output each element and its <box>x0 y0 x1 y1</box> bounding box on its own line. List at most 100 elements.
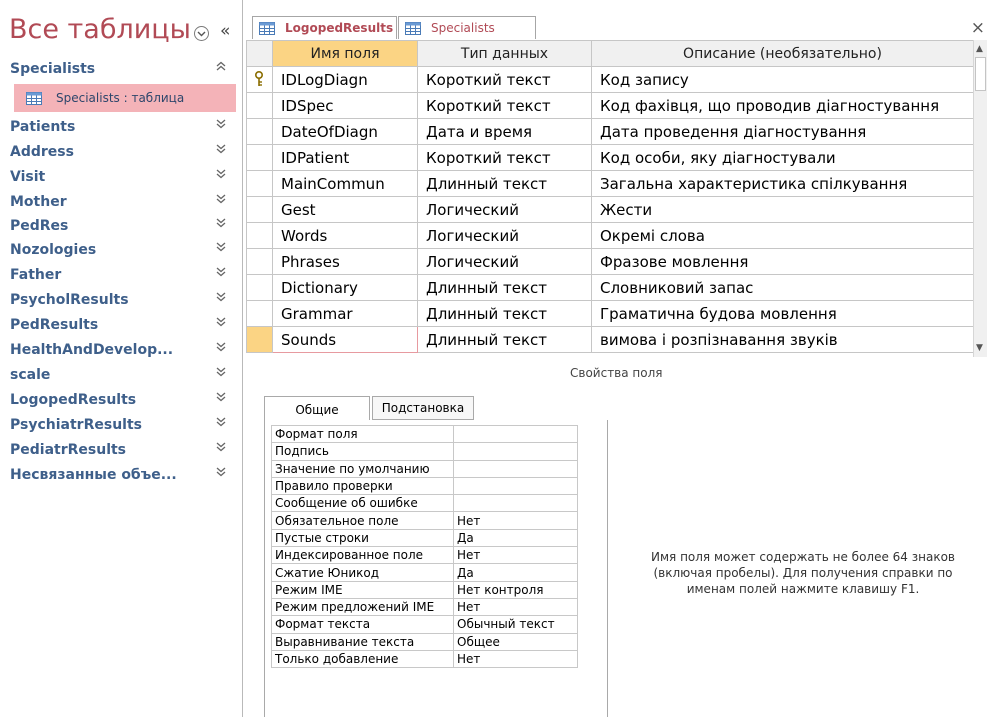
description-cell[interactable]: Граматична будова мовлення <box>591 300 974 327</box>
nav-group-7[interactable]: Father <box>10 263 238 287</box>
chevron-down-icon[interactable] <box>216 266 226 280</box>
property-value[interactable]: Обычный текст <box>453 615 578 634</box>
field-name-cell[interactable]: IDPatient <box>272 144 418 171</box>
nav-group-0[interactable]: Specialists <box>10 57 238 81</box>
collapse-pane-icon[interactable]: « <box>220 23 230 40</box>
data-type-cell[interactable]: Короткий текст <box>417 144 592 171</box>
column-header-description[interactable]: Описание (необязательно) <box>591 40 974 67</box>
table-row[interactable]: IDLogDiagn Короткий текст Код запису <box>246 66 974 93</box>
data-type-cell[interactable]: Дата и время <box>417 118 592 145</box>
description-cell[interactable]: Фразове мовлення <box>591 248 974 275</box>
nav-group-14[interactable]: PediatrResults <box>10 438 238 462</box>
row-selector[interactable] <box>246 300 273 327</box>
data-type-cell[interactable]: Логический <box>417 222 592 249</box>
table-row[interactable]: Gest Логический Жести <box>246 196 974 223</box>
chevron-down-icon[interactable] <box>216 316 226 330</box>
table-row[interactable]: Dictionary Длинный текст Словниковий запас <box>246 274 974 301</box>
row-selector[interactable] <box>246 274 273 301</box>
description-cell[interactable]: Дата проведення діагностування <box>591 118 974 145</box>
close-icon[interactable]: × <box>971 18 985 38</box>
chevron-down-icon[interactable] <box>216 291 226 305</box>
field-name-cell[interactable]: IDSpec <box>272 92 418 119</box>
row-selector[interactable] <box>246 248 273 275</box>
chevron-down-circle-icon[interactable] <box>194 26 209 41</box>
field-name-cell[interactable]: Dictionary <box>272 274 418 301</box>
scrollbar-thumb[interactable] <box>975 57 986 91</box>
data-type-cell[interactable]: Длинный текст <box>417 274 592 301</box>
nav-item-specialists-table[interactable]: Specialists : таблица <box>14 84 236 112</box>
field-name-cell[interactable]: Words <box>272 222 418 249</box>
column-header-data-type[interactable]: Тип данных <box>417 40 592 67</box>
property-value[interactable]: Нет <box>453 546 578 565</box>
chevron-down-icon[interactable] <box>216 466 226 480</box>
nav-group-15[interactable]: Несвязанные объе... <box>10 463 238 487</box>
row-selector[interactable] <box>246 66 273 93</box>
row-selector-corner[interactable] <box>246 40 273 67</box>
tab-logopedresults[interactable]: LogopedResults <box>252 16 397 39</box>
property-value[interactable] <box>453 494 578 513</box>
tab-general[interactable]: Общие <box>264 396 370 422</box>
property-value[interactable]: Нет <box>453 649 578 669</box>
tab-specialists[interactable]: Specialists <box>398 16 536 39</box>
nav-group-10[interactable]: HealthAndDevelop... <box>10 338 238 362</box>
nav-title[interactable]: Все таблицы <box>9 14 191 45</box>
property-value[interactable]: Нет <box>453 511 578 530</box>
table-row[interactable]: Grammar Длинный текст Граматична будова мо… <box>246 300 974 327</box>
nav-group-4[interactable]: Mother <box>10 190 238 214</box>
nav-group-12[interactable]: LogopedResults <box>10 388 238 412</box>
nav-group-5[interactable]: PedRes <box>10 214 238 238</box>
field-name-cell[interactable]: Sounds <box>272 326 418 353</box>
chevron-down-icon[interactable] <box>216 241 226 255</box>
row-selector[interactable] <box>246 196 273 223</box>
nav-group-11[interactable]: scale <box>10 363 238 387</box>
table-row[interactable]: MainCommun Длинный текст Загальна характер… <box>246 170 974 197</box>
property-value[interactable]: Да <box>453 563 578 582</box>
property-value[interactable] <box>453 476 578 496</box>
nav-group-3[interactable]: Visit <box>10 165 238 189</box>
chevron-down-icon[interactable] <box>216 441 226 455</box>
field-name-cell[interactable]: IDLogDiagn <box>272 66 418 93</box>
chevron-down-icon[interactable] <box>216 416 226 430</box>
description-cell[interactable]: Загальна характеристика спілкування <box>591 170 974 197</box>
nav-group-2[interactable]: Address <box>10 140 238 164</box>
table-row[interactable]: IDPatient Короткий текст Код особи, яку ді… <box>246 144 974 171</box>
property-value[interactable] <box>453 442 578 461</box>
chevron-down-icon[interactable] <box>216 143 226 157</box>
description-cell[interactable]: Код фахівця, що проводив діагностування <box>591 92 974 119</box>
tab-lookup[interactable]: Подстановка <box>372 396 474 420</box>
field-name-cell[interactable]: Gest <box>272 196 418 223</box>
description-cell[interactable]: Код особи, яку діагностували <box>591 144 974 171</box>
row-selector[interactable] <box>246 92 273 119</box>
row-selector[interactable] <box>246 118 273 145</box>
data-type-cell[interactable]: Короткий текст <box>417 66 592 93</box>
column-header-field-name[interactable]: Имя поля <box>272 40 418 67</box>
field-name-cell[interactable]: Grammar <box>272 300 418 327</box>
chevron-down-icon[interactable] <box>216 168 226 182</box>
nav-group-6[interactable]: Nozologies <box>10 238 238 262</box>
table-row[interactable]: Sounds Длинный текст вимова і розпізнаванн… <box>246 326 974 353</box>
field-name-cell[interactable]: DateOfDiagn <box>272 118 418 145</box>
data-type-cell[interactable]: Логический <box>417 248 592 275</box>
description-cell[interactable]: вимова і розпізнавання звуків <box>591 326 974 353</box>
table-row[interactable]: IDSpec Короткий текст Код фахівця, що пров… <box>246 92 974 119</box>
scroll-up-icon[interactable]: ▲ <box>976 44 983 54</box>
table-row[interactable]: DateOfDiagn Дата и время Дата проведення д… <box>246 118 974 145</box>
row-selector[interactable] <box>246 144 273 171</box>
property-value[interactable] <box>453 459 578 478</box>
field-name-cell[interactable]: MainCommun <box>272 170 418 197</box>
chevron-down-icon[interactable] <box>216 391 226 405</box>
data-type-cell[interactable]: Короткий текст <box>417 92 592 119</box>
table-row[interactable]: Words Логический Окремі слова <box>246 222 974 249</box>
table-row[interactable]: Phrases Логический Фразове мовлення <box>246 248 974 275</box>
chevron-down-icon[interactable] <box>216 217 226 231</box>
row-selector[interactable] <box>246 170 273 197</box>
chevron-up-icon[interactable] <box>216 60 226 74</box>
row-selector[interactable] <box>246 222 273 249</box>
chevron-down-icon[interactable] <box>216 366 226 380</box>
row-selector[interactable] <box>246 326 273 353</box>
scroll-down-icon[interactable]: ▼ <box>976 343 983 353</box>
description-cell[interactable]: Код запису <box>591 66 974 93</box>
nav-group-13[interactable]: PsychiatrResults <box>10 413 238 437</box>
property-value[interactable]: Нет контроля <box>453 580 578 599</box>
data-type-cell[interactable]: Логический <box>417 196 592 223</box>
